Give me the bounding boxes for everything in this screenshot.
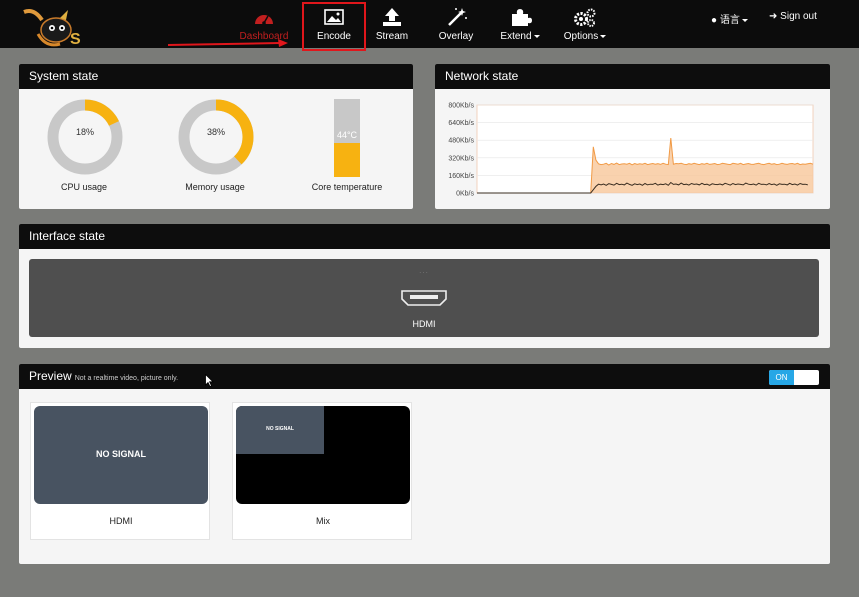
hdmi-interface-label: HDMI <box>412 319 436 329</box>
mix-inner-source: NO SIGNAL <box>236 406 324 454</box>
memory-label: Memory usage <box>185 182 245 192</box>
nav-encode[interactable]: Encode <box>302 0 366 48</box>
no-signal-text: NO SIGNAL <box>95 449 146 459</box>
nav-extend-label: Extend <box>496 31 544 42</box>
top-navbar: S Dashboard Encode Stream Overlay Extend… <box>0 0 859 48</box>
chevron-down-icon <box>741 18 748 22</box>
cpu-value: 18% <box>75 127 94 137</box>
preview-card-hdmi[interactable]: NO SIGNAL HDMI <box>30 402 210 540</box>
nav-options-label: Options <box>560 31 610 42</box>
mix-preview-image: NO SIGNAL <box>236 406 410 504</box>
chevron-down-icon <box>533 34 540 38</box>
puzzle-icon <box>512 9 532 26</box>
network-state-panel: Network state 800Kb/s 640Kb/s 480Kb/s 320Kb… <box>435 64 830 209</box>
interface-box: ... HDMI <box>29 259 819 337</box>
nav-overlay[interactable]: Overlay <box>434 0 478 48</box>
no-signal-text: NO SIGNAL <box>266 426 294 432</box>
nav-stream-label: Stream <box>375 31 409 42</box>
preview-subtitle: Not a realtime video, picture only. <box>74 375 179 382</box>
preview-card-mix[interactable]: NO SIGNAL Mix <box>232 402 412 540</box>
chart-ytick-label: 160Kb/s <box>448 173 474 180</box>
language-label: 语言 <box>719 15 740 26</box>
speedometer-icon <box>255 15 273 25</box>
mouse-cursor-icon <box>205 374 214 387</box>
memory-gauge: 38% <box>177 98 255 176</box>
interface-state-panel: Interface state ... HDMI <box>19 224 830 348</box>
core-temperature-value: 44°C <box>336 130 358 140</box>
preview-toggle-on: ON <box>769 370 794 385</box>
nav-extend[interactable]: Extend <box>496 0 544 48</box>
gears-icon <box>574 8 596 27</box>
language-menu[interactable]: ● 语言 <box>711 11 748 26</box>
hdmi-preview-image: NO SIGNAL <box>34 406 208 504</box>
preview-header: Preview Not a realtime video, picture onl… <box>19 364 830 389</box>
network-state-title: Network state <box>435 64 830 89</box>
hdmi-port-icon <box>401 290 447 306</box>
core-temperature-fill <box>334 142 360 177</box>
red-arrow-annotation <box>168 39 288 47</box>
preview-title: Preview <box>29 369 72 383</box>
sign-out-link[interactable]: ➜ Sign out <box>769 11 817 22</box>
cpu-gauge: 18% <box>46 98 124 176</box>
interface-state-title: Interface state <box>19 224 830 249</box>
preview-panel: Preview Not a realtime video, picture onl… <box>19 364 830 564</box>
chart-ytick-label: 320Kb/s <box>448 155 474 162</box>
chevron-down-icon <box>600 34 607 38</box>
memory-value: 38% <box>206 127 225 137</box>
preview-toggle[interactable]: ON <box>769 370 819 385</box>
upload-icon <box>383 8 401 26</box>
cpu-label: CPU usage <box>60 182 108 192</box>
core-temperature-bar: 44°C <box>334 99 360 177</box>
nav-overlay-label: Overlay <box>438 31 474 42</box>
nav-stream[interactable]: Stream <box>370 0 414 48</box>
app-logo[interactable]: S <box>16 4 84 52</box>
chart-ytick-label: 800Kb/s <box>448 103 474 110</box>
system-state-title: System state <box>19 64 413 89</box>
svg-text:S: S <box>70 31 81 48</box>
system-state-panel: System state 18% CPU usage 38% Memory us… <box>19 64 413 209</box>
magic-wand-icon <box>448 8 467 26</box>
image-icon <box>324 9 344 25</box>
chart-ytick-label: 480Kb/s <box>448 138 474 145</box>
nav-options[interactable]: Options <box>560 0 610 48</box>
chart-ytick-label: 640Kb/s <box>448 120 474 127</box>
sign-out-icon: ➜ <box>769 11 778 22</box>
preview-card-label: Mix <box>316 516 330 526</box>
sign-out-label: Sign out <box>780 11 817 22</box>
chart-ytick-label: 0Kb/s <box>456 191 474 198</box>
preview-card-label: HDMI <box>109 516 133 526</box>
core-temperature-label: Core temperature <box>311 182 383 192</box>
globe-icon: ● <box>711 15 718 26</box>
interface-dots: ... <box>419 266 429 275</box>
nav-encode-label: Encode <box>317 31 351 42</box>
network-chart: 800Kb/s 640Kb/s 480Kb/s 320Kb/s 160Kb/s 0Kb/s <box>448 103 814 198</box>
